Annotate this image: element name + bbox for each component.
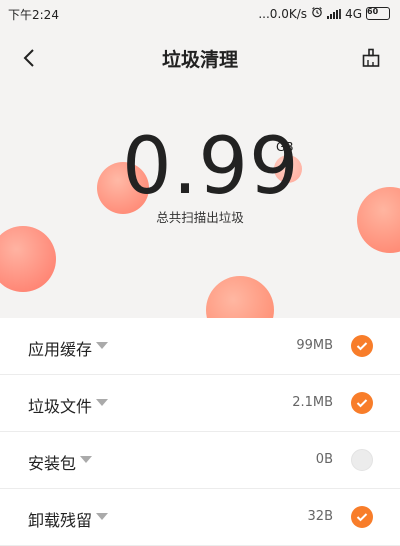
junk-category-list: 应用缓存 99MB 垃圾文件 2.1MB 安装包 0B 卸载残留 32B [0,318,400,546]
status-indicators: ...0.0K/s 4G 60 [258,6,390,21]
junk-size-caption: 总共扫描出垃圾 [156,210,244,225]
expand-triangle-icon[interactable] [80,456,92,463]
decor-bubble [206,276,274,318]
checkmark-icon [356,399,368,408]
category-label: 垃圾文件 [28,397,93,416]
category-checkbox[interactable] [351,335,373,357]
category-checkbox[interactable] [351,449,373,471]
category-label: 安装包 [28,454,77,473]
clean-settings-button[interactable] [356,43,386,73]
signal-icon [327,8,342,19]
category-label: 应用缓存 [28,340,93,359]
category-checkbox[interactable] [351,506,373,528]
network-speed: ...0.0K/s [258,6,308,21]
status-time: 下午2:24 [8,8,59,22]
category-size: 2.1MB [292,395,333,410]
status-bar: 下午2:24 ...0.0K/s 4G 60 [0,0,400,28]
junk-category-row[interactable]: 卸载残留 32B [0,489,400,546]
top-bar: 垃圾清理 [0,35,400,79]
category-label: 卸载残留 [28,511,93,530]
expand-triangle-icon[interactable] [96,399,108,406]
junk-category-row[interactable]: 垃圾文件 2.1MB [0,375,400,432]
expand-triangle-icon[interactable] [96,342,108,349]
checkmark-icon [356,513,368,522]
alarm-icon [311,6,323,21]
junk-size-unit: GB [276,140,294,154]
junk-category-row[interactable]: 安装包 0B [0,432,400,489]
junk-size-value: 0.99 [122,122,300,212]
checkmark-icon [356,342,368,351]
junk-category-row[interactable]: 应用缓存 99MB [0,318,400,375]
category-size: 32B [307,509,333,524]
scan-result-hero: 下午2:24 ...0.0K/s 4G 60 垃圾清理 0.99 GB 总共扫描… [0,0,400,318]
battery-level: 60 [367,7,379,16]
decor-bubble [0,226,56,292]
page-title: 垃圾清理 [161,49,238,71]
category-size: 0B [315,452,333,467]
battery-icon: 60 [366,7,390,20]
broom-icon [362,48,380,67]
category-size: 99MB [296,338,333,353]
expand-triangle-icon[interactable] [96,513,108,520]
network-type: 4G [345,6,362,21]
category-checkbox[interactable] [351,392,373,414]
